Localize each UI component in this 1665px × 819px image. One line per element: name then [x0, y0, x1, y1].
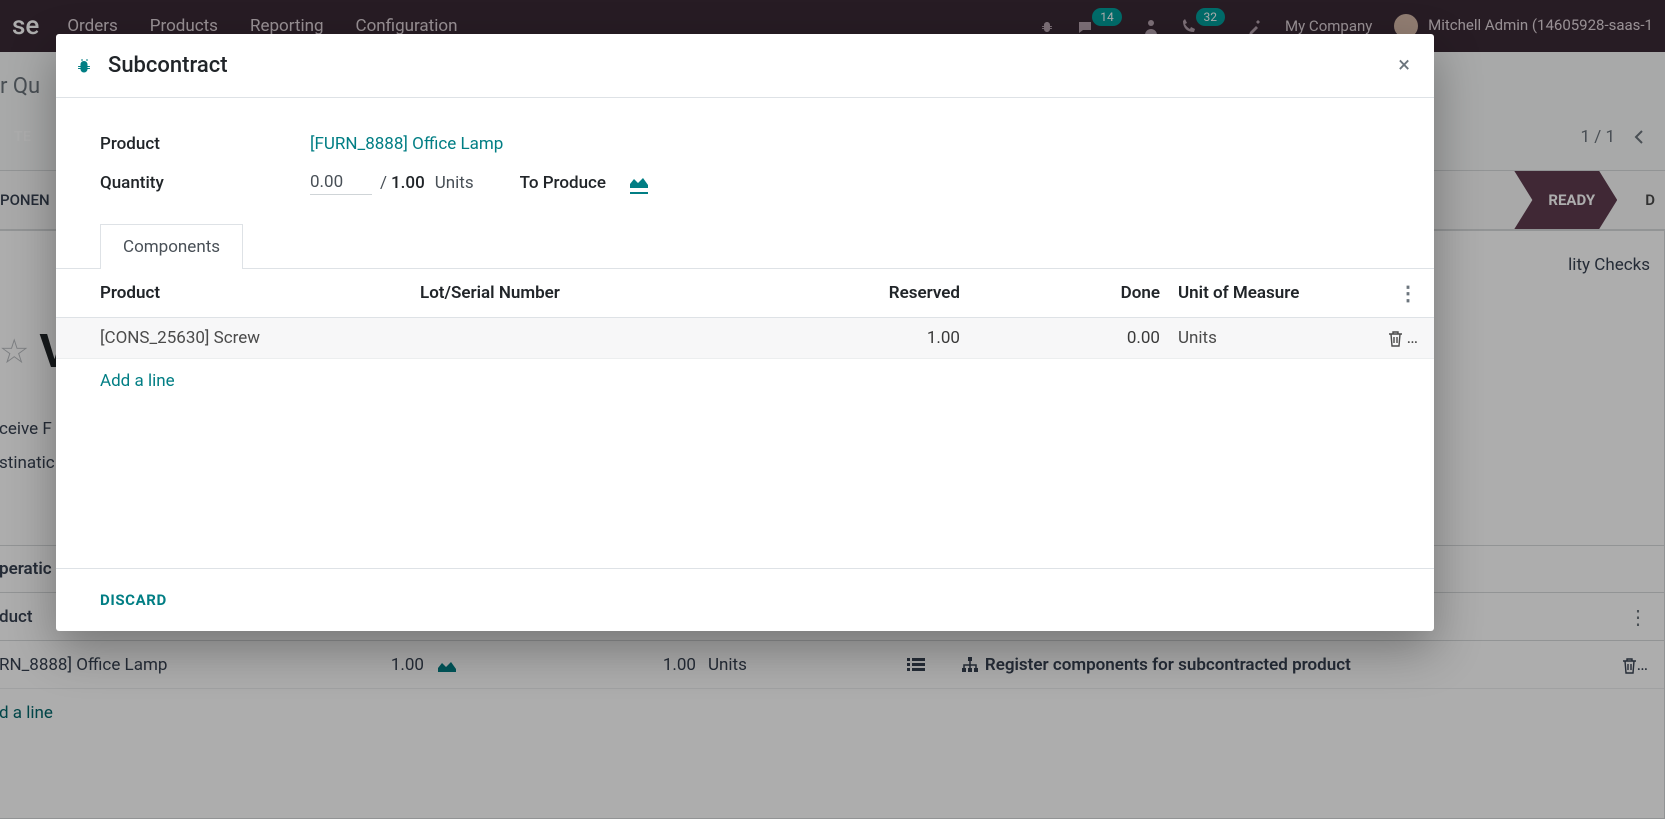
qty-slash: / [380, 173, 387, 193]
product-link[interactable]: [FURN_8888] Office Lamp [310, 134, 503, 154]
header-uom: Unit of Measure [1160, 283, 1330, 303]
bug-icon[interactable] [74, 54, 94, 78]
quantity-row: Quantity / 1.00 Units To Produce [100, 170, 1390, 195]
product-label: Product [100, 134, 310, 154]
quantity-label: Quantity [100, 173, 310, 193]
row-reserved: 1.00 [740, 328, 960, 348]
quantity-units: Units [435, 173, 474, 193]
components-table-header: Product Lot/Serial Number Reserved Done … [56, 269, 1434, 318]
close-icon[interactable]: × [1398, 53, 1410, 78]
tab-components[interactable]: Components [100, 224, 243, 269]
components-table-row[interactable]: [CONS_25630] Screw 1.00 0.00 Units … [56, 318, 1434, 359]
subcontract-modal: Subcontract × Product [FURN_8888] Office… [56, 34, 1434, 631]
add-line-button[interactable]: Add a line [100, 359, 1390, 403]
to-produce-label: To Produce [520, 173, 606, 193]
row-product[interactable]: [CONS_25630] Screw [100, 328, 420, 348]
modal-header: Subcontract × [56, 34, 1434, 98]
modal-body: Product [FURN_8888] Office Lamp Quantity… [56, 98, 1434, 568]
modal-footer: DISCARD [56, 568, 1434, 631]
quantity-total: 1.00 [391, 173, 425, 193]
quantity-input[interactable] [310, 170, 372, 195]
modal-title: Subcontract [108, 53, 228, 78]
row-ellipsis[interactable]: … [1407, 328, 1418, 348]
modal-tabs: Components [100, 223, 1390, 269]
discard-button[interactable]: DISCARD [100, 591, 167, 609]
header-done: Done [960, 283, 1160, 303]
header-reserved: Reserved [740, 283, 960, 303]
forecast-icon[interactable] [630, 171, 648, 194]
row-done[interactable]: 0.00 [960, 328, 1160, 348]
kebab-menu-icon[interactable]: ⋮ [1398, 281, 1418, 305]
product-row: Product [FURN_8888] Office Lamp [100, 134, 1390, 154]
delete-row-icon[interactable] [1388, 328, 1403, 348]
header-product: Product [100, 283, 420, 303]
row-uom[interactable]: Units [1160, 328, 1330, 348]
header-lot: Lot/Serial Number [420, 283, 740, 303]
